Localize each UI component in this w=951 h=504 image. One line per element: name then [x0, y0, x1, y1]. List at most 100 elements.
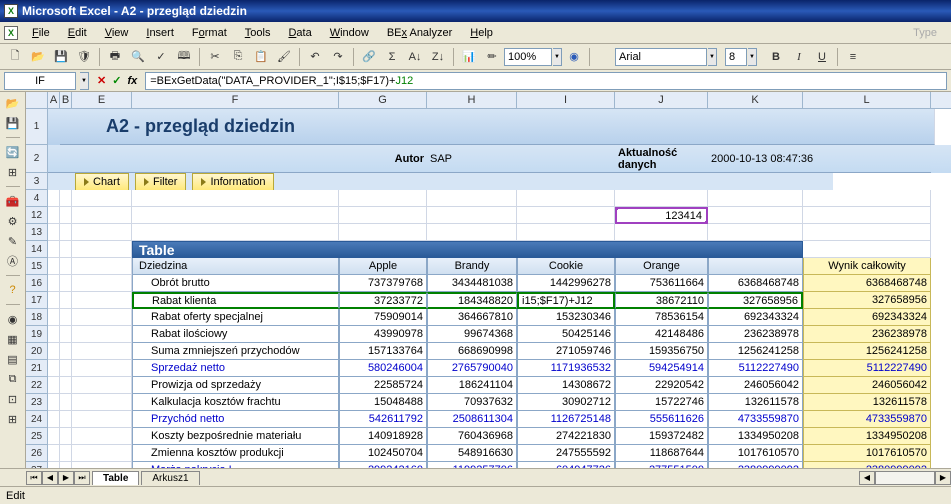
col-header[interactable]: F — [132, 92, 339, 108]
bex-format-icon[interactable]: Ⓐ — [4, 252, 22, 270]
cell[interactable] — [48, 411, 60, 428]
italic-button[interactable]: I — [788, 46, 810, 68]
reference-cell[interactable]: 123414 — [615, 207, 708, 224]
table-cell[interactable]: 159372482 — [615, 428, 708, 445]
table-cell[interactable]: 37233772 — [339, 292, 427, 309]
bex-analysis-icon[interactable]: ▦ — [4, 330, 22, 348]
cell[interactable] — [72, 241, 132, 258]
name-dropdown-icon[interactable]: ▼ — [80, 72, 89, 90]
cell[interactable] — [72, 462, 132, 468]
cell[interactable] — [72, 326, 132, 343]
name-box[interactable]: IF — [4, 72, 76, 90]
cell[interactable] — [60, 275, 72, 292]
enter-formula-icon[interactable]: ✓ — [112, 74, 121, 87]
table-cell[interactable]: 760436968 — [427, 428, 517, 445]
table-cell[interactable]: 14308672 — [517, 377, 615, 394]
cell[interactable] — [48, 275, 60, 292]
row-header[interactable]: 25 — [26, 428, 48, 445]
cell[interactable] — [72, 428, 132, 445]
cell[interactable] — [708, 224, 803, 241]
table-cell[interactable]: 38672110 — [615, 292, 708, 309]
cut-icon[interactable]: ✂ — [204, 46, 226, 68]
cell[interactable] — [339, 207, 427, 224]
row-header[interactable]: 18 — [26, 309, 48, 326]
table-cell[interactable]: 6368468748 — [708, 275, 803, 292]
cell[interactable] — [72, 224, 132, 241]
tab-first-icon[interactable]: ⏮ — [26, 471, 42, 485]
cell[interactable] — [517, 190, 615, 207]
bex-refresh-icon[interactable]: 🔄 — [4, 143, 22, 161]
sheet-tab-table[interactable]: Table — [92, 471, 139, 485]
table-cell[interactable]: 22585724 — [339, 377, 427, 394]
tab-prev-icon[interactable]: ◀ — [42, 471, 58, 485]
table-cell[interactable]: 70937632 — [427, 394, 517, 411]
cell[interactable] — [48, 462, 60, 468]
cell[interactable] — [132, 224, 339, 241]
table-cell[interactable]: 159356750 — [615, 343, 708, 360]
table-cell[interactable]: 4733559870 — [708, 411, 803, 428]
table-total-cell[interactable]: 1256241258 — [803, 343, 931, 360]
preview-icon[interactable]: 🔍 — [127, 46, 149, 68]
table-total-cell[interactable]: 5112227490 — [803, 360, 931, 377]
cell[interactable] — [72, 145, 132, 173]
cell[interactable] — [48, 190, 60, 207]
table-cell[interactable]: 1017610570 — [708, 445, 803, 462]
chart-button[interactable]: Chart — [75, 173, 129, 190]
cell[interactable] — [517, 207, 615, 224]
cell[interactable] — [60, 377, 72, 394]
cell[interactable] — [60, 428, 72, 445]
cell[interactable] — [48, 292, 60, 309]
table-cell[interactable]: 668690998 — [427, 343, 517, 360]
cell[interactable] — [48, 224, 60, 241]
bex-tools-icon[interactable]: 🧰 — [4, 192, 22, 210]
bex-connect-icon[interactable]: ◉ — [4, 310, 22, 328]
information-button[interactable]: Information — [192, 173, 274, 190]
col-header[interactable]: A — [48, 92, 60, 108]
cell[interactable] — [339, 224, 427, 241]
hscroll-right-icon[interactable]: ▶ — [935, 471, 951, 485]
copy-icon[interactable]: ⎘ — [227, 46, 249, 68]
format-painter-icon[interactable]: 🖌 — [273, 46, 295, 68]
sort-desc-icon[interactable]: Z↓ — [427, 46, 449, 68]
cancel-formula-icon[interactable]: ✕ — [97, 74, 106, 87]
hyperlink-icon[interactable]: 🔗 — [358, 46, 380, 68]
cell[interactable] — [803, 207, 931, 224]
row-header[interactable]: 2 — [26, 145, 48, 173]
row-header[interactable]: 20 — [26, 343, 48, 360]
spelling-icon[interactable]: ✓ — [150, 46, 172, 68]
tab-next-icon[interactable]: ▶ — [58, 471, 74, 485]
table-cell[interactable]: 140918928 — [339, 428, 427, 445]
help-icon[interactable]: ◉ — [563, 46, 585, 68]
table-total-cell[interactable]: 2380999092 — [803, 462, 931, 468]
table-total-cell[interactable]: 236238978 — [803, 326, 931, 343]
size-dropdown-icon[interactable]: ▼ — [748, 48, 757, 66]
table-cell[interactable]: 555611626 — [615, 411, 708, 428]
cell[interactable] — [48, 173, 60, 190]
row-header[interactable]: 12 — [26, 207, 48, 224]
cell[interactable] — [48, 428, 60, 445]
hscroll-left-icon[interactable]: ◀ — [859, 471, 875, 485]
menu-format[interactable]: Format — [184, 25, 235, 41]
table-cell[interactable]: 15048488 — [339, 394, 427, 411]
row-header[interactable]: 14 — [26, 241, 48, 258]
active-cell[interactable]: i15;$F17)+J12 — [517, 292, 615, 309]
bex-planning-icon[interactable]: ⊡ — [4, 390, 22, 408]
cell[interactable] — [427, 190, 517, 207]
menu-edit[interactable]: Edit — [60, 25, 95, 41]
sheet-tab-arkusz1[interactable]: Arkusz1 — [141, 471, 199, 485]
table-cell[interactable]: 153230346 — [517, 309, 615, 326]
table-cell[interactable]: 2380999092 — [708, 462, 803, 468]
zoom-dropdown-icon[interactable]: ▼ — [553, 48, 562, 66]
row-header[interactable]: 17 — [26, 292, 48, 309]
table-cell[interactable]: 1442996278 — [517, 275, 615, 292]
table-cell[interactable]: 542611792 — [339, 411, 427, 428]
zoom-box[interactable]: 100% — [504, 48, 552, 66]
table-cell[interactable]: 548916630 — [427, 445, 517, 462]
cell[interactable] — [60, 411, 72, 428]
row-header[interactable]: 23 — [26, 394, 48, 411]
chart-button-cell[interactable]: Chart — [72, 173, 132, 190]
chart-icon[interactable]: 📊 — [458, 46, 480, 68]
font-name-box[interactable]: Arial — [615, 48, 707, 66]
row-header[interactable]: 24 — [26, 411, 48, 428]
table-cell[interactable]: 737379768 — [339, 275, 427, 292]
